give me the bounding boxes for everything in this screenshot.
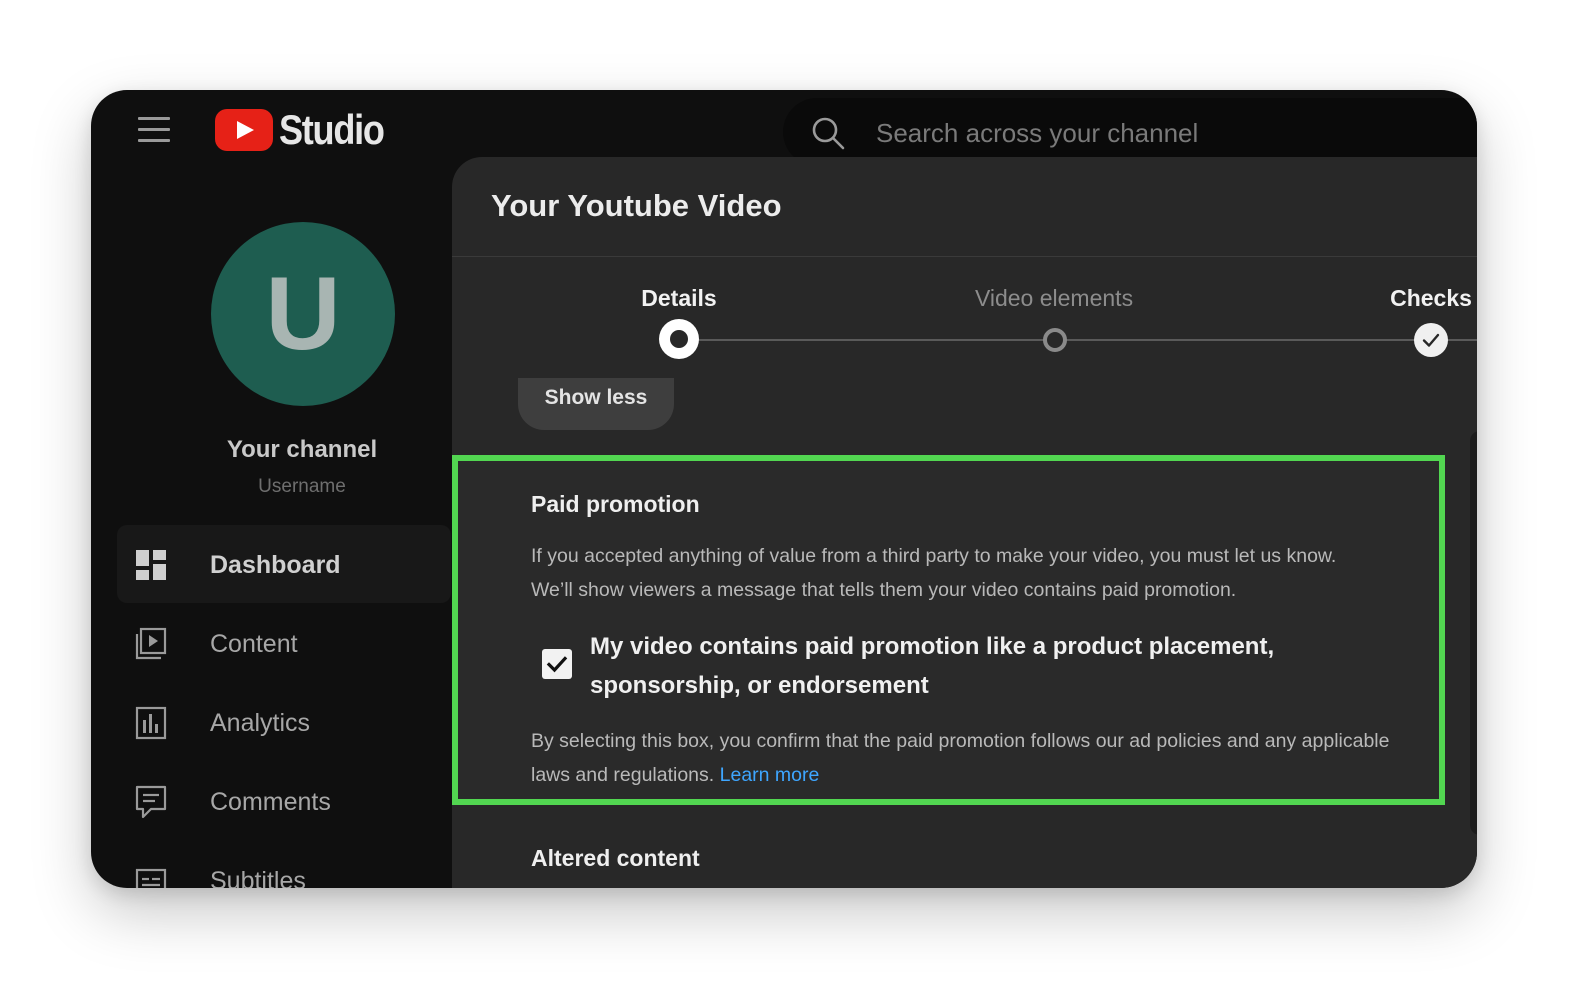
channel-username: Username: [258, 476, 346, 497]
video-details-dialog: Your Youtube Video Details Video element…: [452, 157, 1477, 888]
sidebar-item-content[interactable]: Content: [135, 624, 298, 664]
step-checks-dot[interactable]: [1414, 323, 1448, 357]
check-icon: [1422, 333, 1440, 347]
description-line: If you accepted anything of value from a…: [531, 545, 1337, 567]
sidebar-item-dashboard[interactable]: Dashboard: [135, 545, 341, 585]
learn-more-link[interactable]: Learn more: [720, 764, 820, 786]
studio-logo[interactable]: Studio: [215, 106, 401, 154]
paid-promotion-checkbox[interactable]: [542, 649, 572, 679]
search-input[interactable]: Search across your channel: [876, 118, 1198, 149]
sidebar-item-label: Subtitles: [210, 866, 306, 889]
description-line: We’ll show viewers a message that tells …: [531, 579, 1237, 601]
dialog-divider: [452, 256, 1477, 257]
paid-promotion-checkbox-label[interactable]: My video contains paid promotion like a …: [590, 627, 1410, 705]
step-details-dot[interactable]: [659, 319, 699, 359]
logo-text: Studio: [279, 106, 385, 153]
dashboard-icon: [136, 550, 166, 580]
note-text: By selecting this box, you confirm that …: [531, 730, 1390, 786]
paid-promotion-section: Paid promotion If you accepted anything …: [452, 455, 1445, 805]
comments-icon: [135, 785, 167, 819]
scrollbar[interactable]: [1470, 431, 1477, 835]
dialog-title: Your Youtube Video: [491, 188, 782, 223]
sidebar-item-label: Analytics: [210, 708, 311, 737]
channel-avatar[interactable]: U: [211, 222, 395, 406]
studio-window: Studio Search across your channel U Your…: [91, 90, 1477, 888]
channel-title: Your channel: [226, 436, 378, 463]
analytics-icon: [135, 706, 167, 740]
step-video-elements-dot[interactable]: [1043, 328, 1067, 352]
content-icon: [135, 627, 167, 660]
sidebar-item-analytics[interactable]: Analytics: [135, 703, 310, 743]
sidebar-item-subtitles[interactable]: Subtitles: [135, 861, 306, 888]
paid-promotion-description: If you accepted anything of value from a…: [531, 539, 1431, 607]
avatar-letter: U: [265, 256, 341, 372]
show-less-button[interactable]: Show less: [518, 378, 674, 430]
sidebar-item-label: Content: [210, 629, 298, 658]
step-checks-label[interactable]: Checks: [1390, 285, 1472, 312]
stepper-line: [680, 339, 1477, 341]
sidebar-item-label: Dashboard: [210, 550, 341, 579]
subtitles-icon: [135, 868, 167, 888]
sidebar-item-comments[interactable]: Comments: [135, 782, 331, 822]
paid-promotion-note: By selecting this box, you confirm that …: [531, 724, 1411, 792]
paid-promotion-title: Paid promotion: [531, 491, 700, 517]
step-details-label[interactable]: Details: [641, 285, 716, 312]
search-icon[interactable]: [811, 116, 845, 150]
hamburger-menu-icon[interactable]: [138, 117, 170, 143]
youtube-play-icon: [215, 109, 273, 151]
altered-content-title: Altered content: [531, 845, 700, 871]
checkmark-icon: [546, 656, 568, 673]
search-bar[interactable]: Search across your channel: [783, 98, 1477, 166]
step-video-elements-label[interactable]: Video elements: [975, 285, 1133, 312]
sidebar-item-label: Comments: [210, 787, 331, 816]
